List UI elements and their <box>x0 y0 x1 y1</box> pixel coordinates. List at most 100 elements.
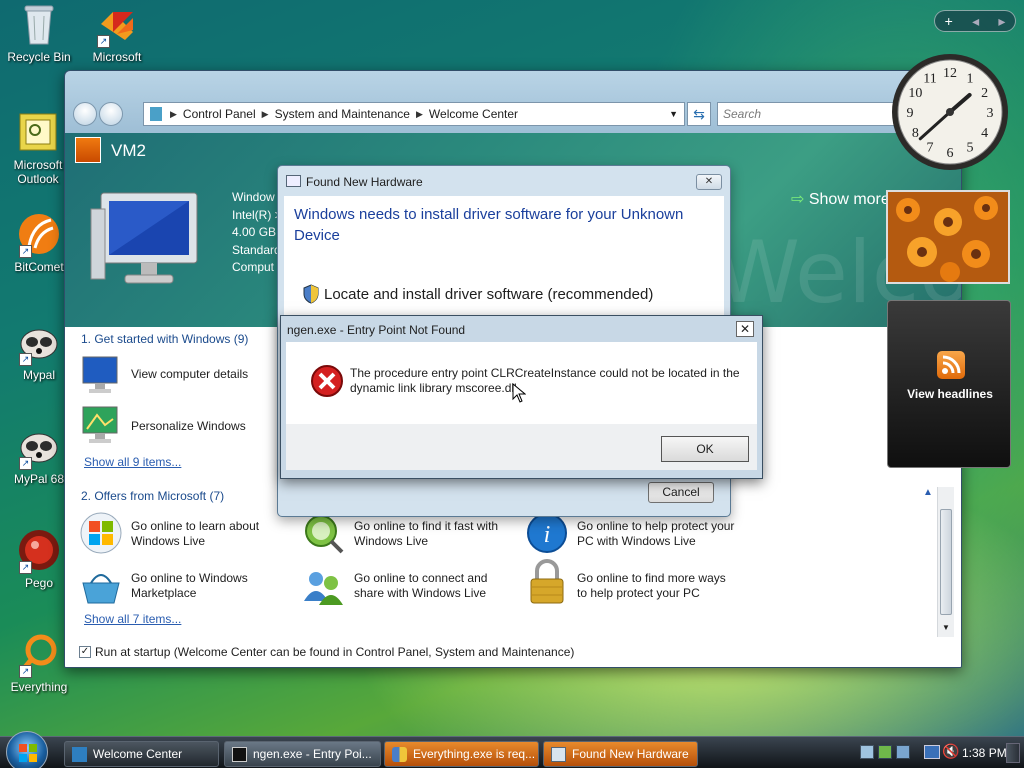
taskbar: Welcome Center ngen.exe - Entry Poi... E… <box>0 731 1024 768</box>
error-dialog-footer: OK <box>286 424 757 470</box>
clock-numeral: 7 <box>927 141 934 156</box>
previous-page-icon[interactable]: ◂ <box>972 13 979 30</box>
more-ways-protect-item[interactable]: Go online to find more ways to help prot… <box>577 571 737 601</box>
error-message: The procedure entry point CLRCreateInsta… <box>350 366 740 395</box>
info-icon[interactable]: i <box>525 511 569 555</box>
breadcrumb-welcome-center[interactable]: Welcome Center <box>429 107 518 121</box>
arrow-icon: ⇨ <box>791 191 805 208</box>
clock-numeral: 11 <box>923 71 936 86</box>
safely-remove-hardware-icon[interactable] <box>860 745 874 759</box>
bitcomet-icon: ↗ <box>17 212 61 258</box>
show-desktop-button[interactable] <box>1006 743 1020 763</box>
feed-headlines-gadget[interactable]: View headlines <box>887 300 1011 468</box>
console-window-icon <box>232 747 247 762</box>
dialog-back-icon[interactable] <box>286 175 301 187</box>
sidebar-controls[interactable]: + ◂ ▸ <box>934 10 1016 32</box>
address-dropdown-icon[interactable]: ▼ <box>669 109 678 119</box>
personalize-icon[interactable] <box>79 403 123 447</box>
close-button[interactable]: ✕ <box>736 321 754 337</box>
marketplace-basket-icon[interactable] <box>79 565 123 609</box>
breadcrumb-system-maintenance[interactable]: System and Maintenance <box>275 107 410 121</box>
clock-numeral: 10 <box>908 86 922 101</box>
taskbar-button-label: ngen.exe - Entry Poi... <box>253 747 372 761</box>
computer-name: VM2 <box>111 141 146 160</box>
start-button[interactable] <box>6 731 48 768</box>
connect-share-item[interactable]: Go online to connect and share with Wind… <box>354 571 514 601</box>
network-icon[interactable] <box>924 745 940 759</box>
taskbar-button-label: Everything.exe is req... <box>413 747 536 761</box>
locate-install-option[interactable]: Locate and install driver software (reco… <box>324 286 653 303</box>
scroll-down-icon[interactable]: ▼ <box>942 623 950 632</box>
clock-gadget[interactable]: 12 1 2 3 4 5 6 7 8 9 10 11 <box>888 50 1012 174</box>
back-button[interactable] <box>73 102 97 126</box>
svg-text:i: i <box>544 522 551 548</box>
slideshow-gadget[interactable] <box>886 190 1010 284</box>
section-header-offers[interactable]: 2. Offers from Microsoft (7) <box>81 489 224 503</box>
shortcut-arrow-icon: ↗ <box>19 353 32 366</box>
user-picture-icon <box>75 137 101 163</box>
welcome-center-icon <box>72 747 87 762</box>
clock-numeral: 5 <box>967 141 974 156</box>
people-icon[interactable] <box>301 565 345 609</box>
add-gadget-icon[interactable]: + <box>945 13 953 29</box>
clock-time[interactable]: 1:38 PM <box>962 746 1007 760</box>
desktop-icon-microsoft[interactable]: ↗ Microsoft <box>78 2 156 64</box>
run-at-startup-label: Run at startup (Welcome Center can be fo… <box>95 645 575 659</box>
taskbar-ngen[interactable]: ngen.exe - Entry Poi... <box>224 741 381 767</box>
magnifier-icon: ↗ <box>17 632 61 678</box>
shield-icon <box>302 284 320 307</box>
computer-details-icon[interactable] <box>79 353 123 397</box>
windows-marketplace-item[interactable]: Go online to Windows Marketplace <box>131 571 271 601</box>
show-more-link[interactable]: ⇨ Show more <box>791 189 890 209</box>
navigation-bar: ▶ Control Panel ▶ System and Maintenance… <box>69 99 957 129</box>
padlock-icon[interactable] <box>525 559 569 604</box>
taskbar-button-label: Welcome Center <box>93 747 183 761</box>
breadcrumb-control-panel[interactable]: Control Panel <box>183 107 256 121</box>
clock-numeral: 9 <box>907 106 914 121</box>
taskbar-everything[interactable]: Everything.exe is req... <box>384 741 539 767</box>
hardware-icon <box>551 747 566 762</box>
cancel-button[interactable]: Cancel <box>648 482 714 503</box>
speaker-muted-icon[interactable]: 🔇 <box>942 743 959 760</box>
shortcut-arrow-icon: ↗ <box>19 457 32 470</box>
raccoon-icon: ↗ <box>17 424 61 470</box>
dialog-title: Found New Hardware <box>306 175 423 189</box>
security-center-icon[interactable] <box>878 745 892 759</box>
vertical-scrollbar[interactable]: ▼ <box>937 487 954 637</box>
ok-button[interactable]: OK <box>661 436 749 462</box>
desktop-icon-recycle-bin[interactable]: Recycle Bin <box>0 2 78 64</box>
find-it-fast-item[interactable]: Go online to find it fast with Windows L… <box>354 519 514 549</box>
help-protect-windows-live-item[interactable]: Go online to help protect your PC with W… <box>577 519 737 549</box>
windows-logo-icon[interactable] <box>79 511 123 555</box>
breadcrumb-separator-icon: ▶ <box>415 108 423 119</box>
run-at-startup-option[interactable]: ✓ Run at startup (Welcome Center can be … <box>79 645 574 659</box>
shortcut-arrow-icon: ↗ <box>97 35 110 48</box>
clock-numeral: 6 <box>947 146 954 161</box>
view-computer-details-item[interactable]: View computer details <box>131 367 248 382</box>
outlook-icon <box>16 110 60 154</box>
device-icon[interactable] <box>896 745 910 759</box>
clock-numeral: 3 <box>987 106 994 121</box>
address-bar[interactable]: ▶ Control Panel ▶ System and Maintenance… <box>143 102 685 126</box>
show-all-7-items-link[interactable]: Show all 7 items... <box>84 612 181 626</box>
refresh-button[interactable]: ⇆ <box>687 102 711 126</box>
learn-windows-live-item[interactable]: Go online to learn about Windows Live <box>131 519 271 549</box>
live-search-icon[interactable] <box>301 511 345 555</box>
section-header-get-started[interactable]: 1. Get started with Windows (9) <box>81 332 248 346</box>
show-all-9-items-link[interactable]: Show all 9 items... <box>84 455 181 469</box>
uac-shield-icon <box>392 747 407 762</box>
close-button[interactable]: ✕ <box>696 174 722 190</box>
taskbar-found-new-hardware[interactable]: Found New Hardware <box>543 741 698 767</box>
run-at-startup-checkbox[interactable]: ✓ <box>79 646 91 658</box>
next-page-icon[interactable]: ▸ <box>998 13 1005 30</box>
scrollbar-thumb[interactable] <box>940 509 952 615</box>
clock-center-pin <box>946 108 954 116</box>
forward-button[interactable] <box>99 102 123 126</box>
recycle-bin-icon <box>17 2 61 46</box>
control-panel-icon <box>150 107 162 121</box>
personalize-windows-item[interactable]: Personalize Windows <box>131 419 246 434</box>
collapse-section-icon[interactable]: ▲ <box>923 487 933 498</box>
taskbar-welcome-center[interactable]: Welcome Center <box>64 741 219 767</box>
dialog-heading: Windows needs to install driver software… <box>294 206 684 244</box>
desktop-icon-label: Microsoft <box>92 50 142 64</box>
